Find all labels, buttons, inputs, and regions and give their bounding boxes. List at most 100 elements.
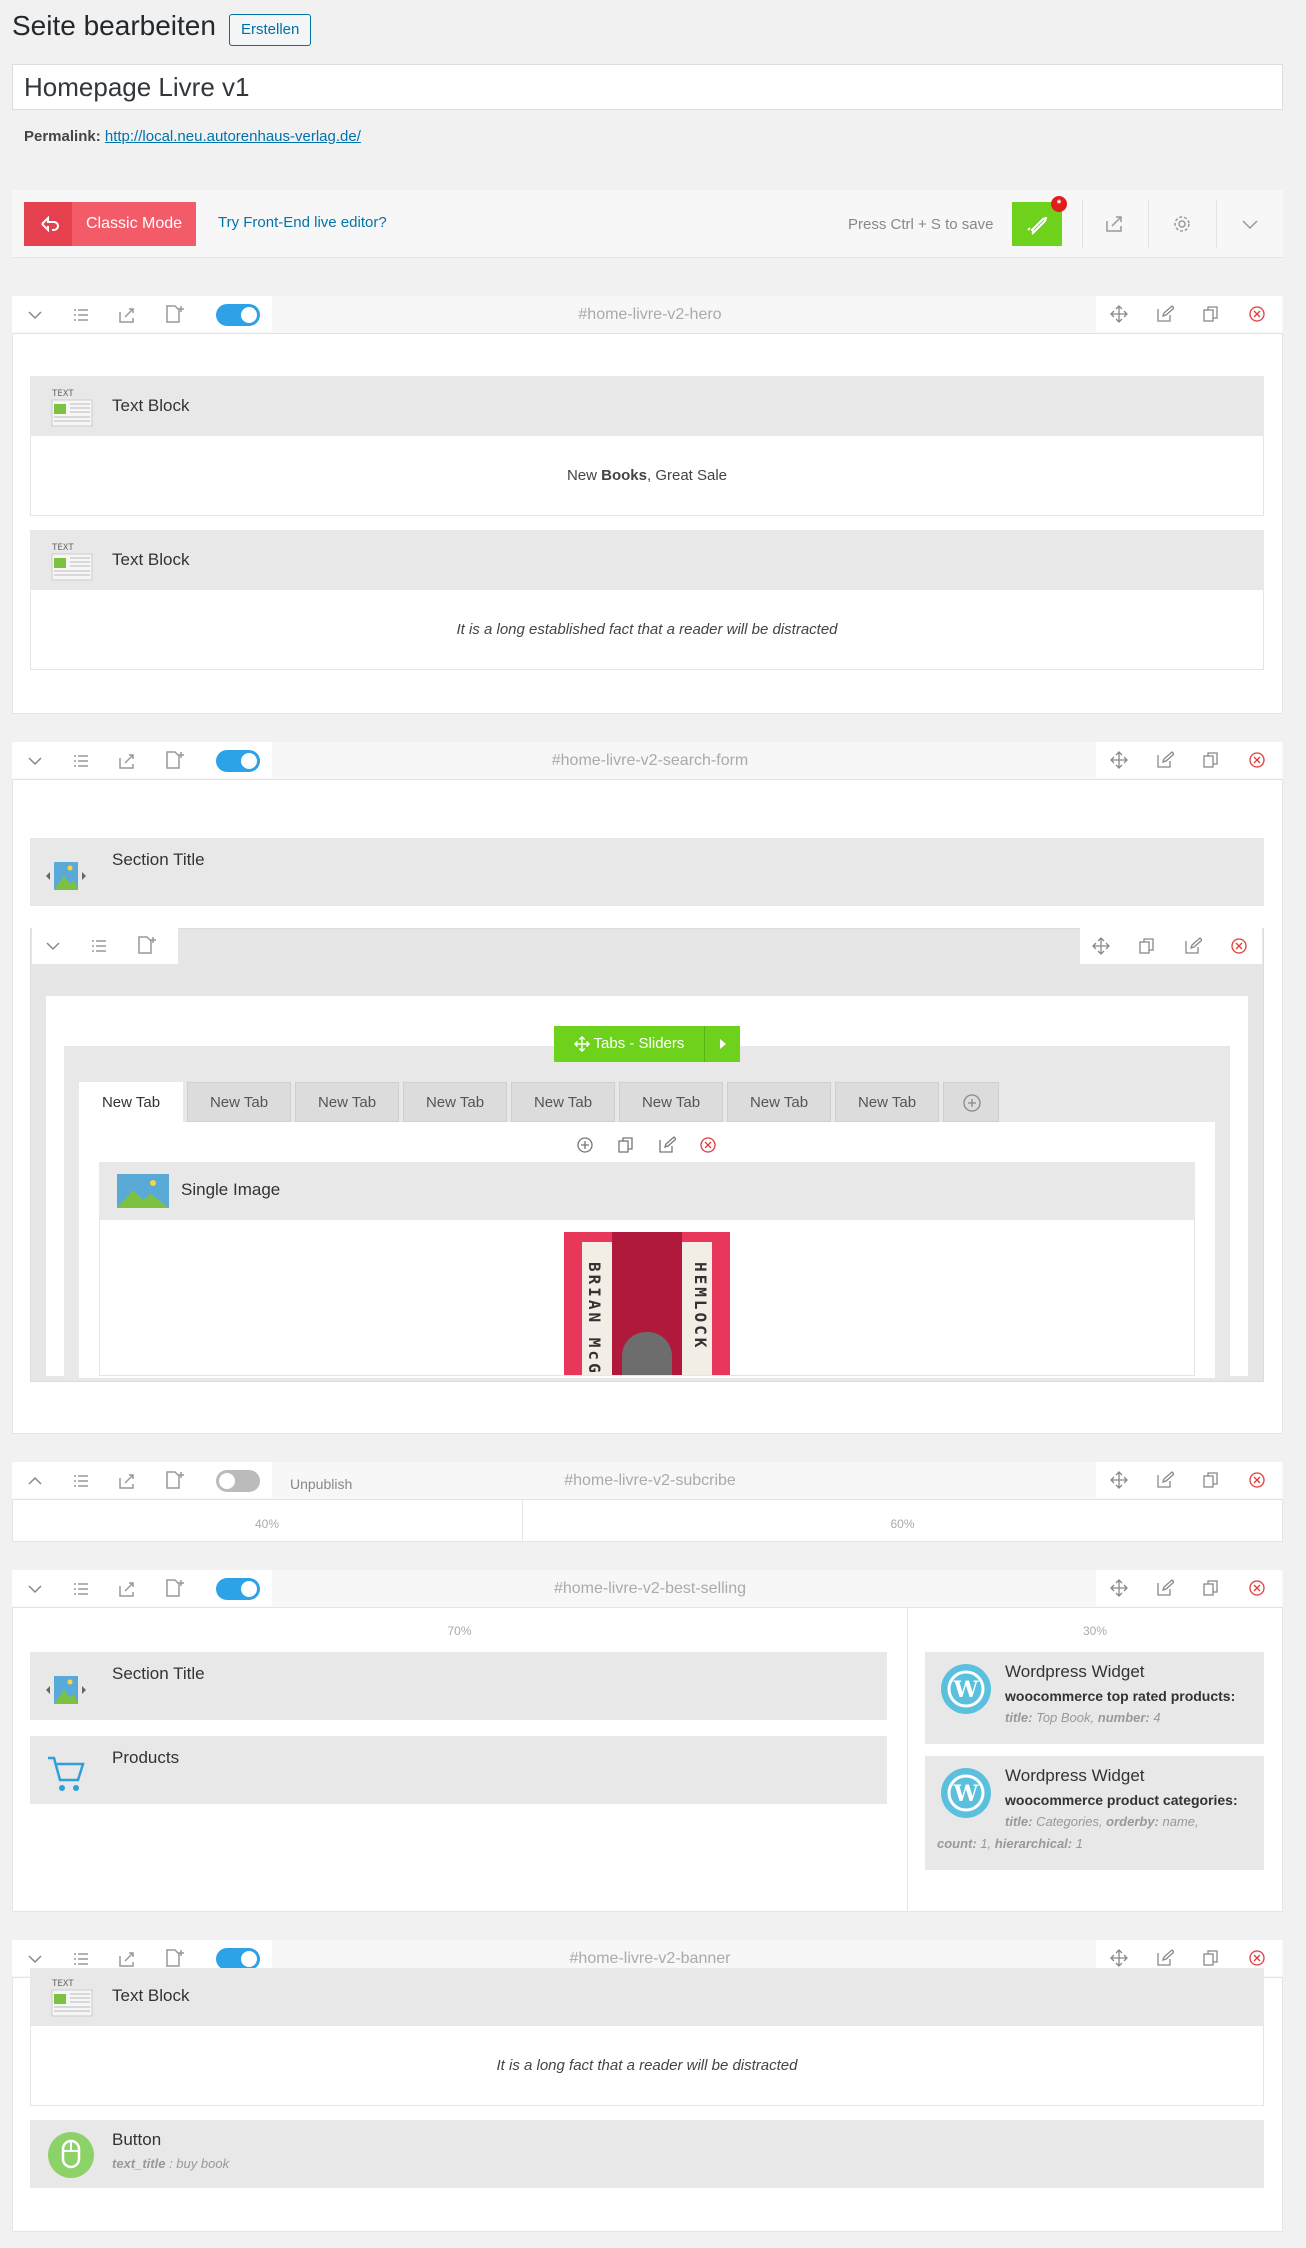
copy-icon[interactable] [617, 1136, 635, 1154]
chevron-down-icon[interactable] [44, 937, 62, 955]
list-icon[interactable] [72, 752, 90, 770]
text-block-header[interactable]: TEXT Text Block [30, 1968, 1264, 2026]
chevron-down-icon[interactable] [26, 752, 44, 770]
move-icon[interactable] [1110, 305, 1128, 323]
tabs-sliders-arrow[interactable] [704, 1026, 740, 1062]
share-icon[interactable] [118, 1580, 136, 1598]
section-title-block[interactable]: Section Title [30, 1652, 887, 1720]
section-title-label: Section Title [112, 1664, 205, 1683]
frontend-editor-link[interactable]: Try Front-End live editor? [218, 214, 387, 231]
edit-icon[interactable] [1156, 751, 1174, 769]
publish-toggle[interactable] [216, 1948, 260, 1970]
tab-1[interactable]: New Tab [79, 1082, 183, 1122]
add-page-icon[interactable] [164, 750, 186, 770]
text-block-header[interactable]: TEXT Text Block [30, 530, 1264, 590]
inner-row-left-controls [32, 928, 178, 964]
copy-icon[interactable] [1202, 1949, 1220, 1967]
publish-toggle[interactable] [216, 1578, 260, 1600]
close-icon[interactable] [1248, 1579, 1266, 1597]
wordpress-icon: W [941, 1664, 991, 1714]
copy-icon[interactable] [1138, 937, 1156, 955]
move-icon[interactable] [1110, 1949, 1128, 1967]
copy-icon[interactable] [1202, 751, 1220, 769]
tab-2[interactable]: New Tab [187, 1082, 291, 1122]
edit-icon[interactable] [1156, 1949, 1174, 1967]
chevron-down-icon[interactable] [26, 1950, 44, 1968]
close-icon[interactable] [1248, 305, 1266, 323]
add-page-icon[interactable] [164, 304, 186, 324]
add-tab-button[interactable] [943, 1082, 999, 1122]
list-icon[interactable] [72, 1950, 90, 1968]
list-icon[interactable] [90, 937, 108, 955]
classic-mode-button[interactable]: Classic Mode [24, 202, 196, 246]
column-width-label: 70% [447, 1624, 472, 1638]
edit-icon[interactable] [1184, 937, 1202, 955]
wordpress-widget-block[interactable]: W Wordpress Widget woocommerce top rated… [925, 1652, 1264, 1744]
share-icon[interactable] [118, 1950, 136, 1968]
single-image-header[interactable]: Single Image [99, 1162, 1195, 1220]
add-page-icon[interactable] [164, 1948, 186, 1968]
list-icon[interactable] [72, 1472, 90, 1490]
publish-toggle[interactable] [216, 1470, 260, 1492]
edit-icon[interactable] [658, 1136, 676, 1154]
publish-toggle[interactable] [216, 304, 260, 326]
close-icon[interactable] [699, 1136, 717, 1154]
gear-icon[interactable] [1172, 214, 1192, 234]
svg-text:TEXT: TEXT [52, 389, 74, 399]
section-title-block[interactable]: Section Title [30, 838, 1264, 906]
products-block[interactable]: Products [30, 1736, 887, 1804]
edit-icon[interactable] [1156, 1471, 1174, 1489]
edit-icon[interactable] [1156, 1579, 1174, 1597]
list-icon[interactable] [72, 1580, 90, 1598]
book-cover-image: BRIAN McG HEMLOCK [564, 1232, 730, 1375]
copy-icon[interactable] [1202, 1579, 1220, 1597]
chevron-down-icon[interactable] [26, 306, 44, 324]
copy-icon[interactable] [1202, 305, 1220, 323]
move-icon[interactable] [1110, 751, 1128, 769]
close-icon[interactable] [1230, 937, 1248, 955]
column-width-label: 60% [890, 1517, 915, 1531]
widget-params-line2: count: 1, hierarchical: 1 [937, 1836, 1083, 1851]
text-content: , Great Sale [646, 467, 728, 484]
close-icon[interactable] [1248, 1949, 1266, 1967]
tab-8[interactable]: New Tab [835, 1082, 939, 1122]
svg-text:W: W [953, 1781, 979, 1807]
share-icon[interactable] [1104, 214, 1124, 234]
tab-5[interactable]: New Tab [511, 1082, 615, 1122]
tab-7[interactable]: New Tab [727, 1082, 831, 1122]
image-slider-icon [44, 858, 88, 894]
chevron-down-icon[interactable] [1240, 214, 1260, 234]
chevron-down-icon[interactable] [26, 1580, 44, 1598]
copy-icon[interactable] [1202, 1471, 1220, 1489]
list-icon[interactable] [72, 306, 90, 324]
add-new-button[interactable]: Erstellen [229, 14, 312, 46]
text-block-header[interactable]: TEXT Text Block [30, 376, 1264, 436]
tab-3[interactable]: New Tab [295, 1082, 399, 1122]
publish-badge: * [1051, 196, 1067, 212]
classic-mode-label: Classic Mode [86, 215, 183, 232]
wordpress-widget-block[interactable]: W Wordpress Widget woocommerce product c… [925, 1756, 1264, 1870]
button-params: text_title : buy book [112, 2156, 230, 2171]
edit-icon[interactable] [1156, 305, 1174, 323]
plus-circle-icon[interactable] [576, 1136, 594, 1154]
move-icon[interactable] [1110, 1471, 1128, 1489]
close-icon[interactable] [1248, 751, 1266, 769]
permalink-link[interactable]: http://local.neu.autorenhaus-verlag.de/ [105, 128, 361, 145]
add-page-icon[interactable] [164, 1470, 186, 1490]
tab-6[interactable]: New Tab [619, 1082, 723, 1122]
chevron-up-icon[interactable] [26, 1472, 44, 1490]
share-icon[interactable] [118, 1472, 136, 1490]
move-icon[interactable] [1110, 1579, 1128, 1597]
button-block[interactable]: Button text_title : buy book [30, 2120, 1264, 2188]
share-icon[interactable] [118, 752, 136, 770]
close-icon[interactable] [1248, 1471, 1266, 1489]
add-page-icon[interactable] [164, 1578, 186, 1598]
share-icon[interactable] [118, 306, 136, 324]
tabs-sliders-label[interactable]: Tabs - Sliders [554, 1026, 704, 1062]
publish-toggle[interactable] [216, 750, 260, 772]
move-icon[interactable] [1092, 937, 1110, 955]
tab-4[interactable]: New Tab [403, 1082, 507, 1122]
row-subscribe-right-controls [1096, 1462, 1282, 1498]
add-page-icon[interactable] [136, 935, 158, 955]
post-title-input[interactable]: Homepage Livre v1 [12, 64, 1283, 110]
